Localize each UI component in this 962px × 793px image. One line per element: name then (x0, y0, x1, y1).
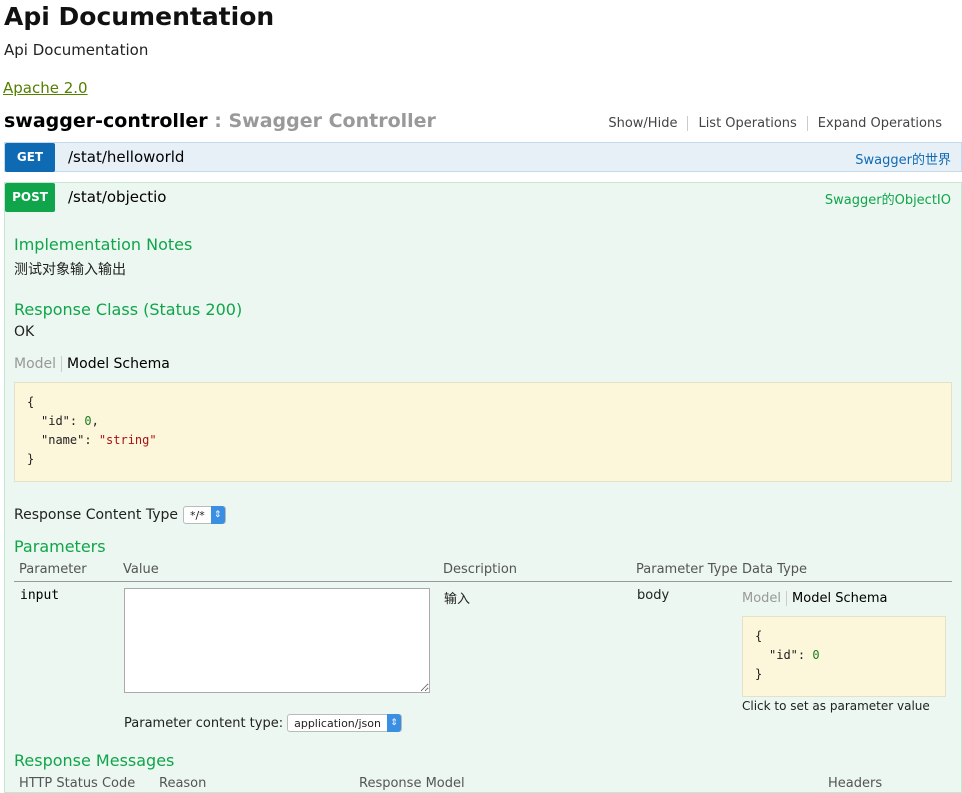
param-schema-id-line: "id": 0 (769, 648, 820, 662)
show-hide-link[interactable]: Show/Hide (598, 116, 687, 131)
get-method-badge[interactable]: GET (5, 143, 55, 172)
response-header-reason: Reason (159, 776, 207, 791)
schema-name-value: "string" (98, 433, 157, 447)
param-type: body (637, 588, 670, 603)
param-header-parameter: Parameter (19, 562, 87, 577)
schema-id-line: "id": 0, (41, 414, 99, 428)
expand-operations-link[interactable]: Expand Operations (806, 116, 952, 131)
model-schema-tab[interactable]: Model Schema (62, 356, 170, 372)
response-model-tabs: Model Model Schema (14, 356, 170, 372)
param-header-data-type: Data Type (742, 562, 808, 577)
post-path[interactable]: /stat/objectio (68, 188, 166, 206)
response-content-type-label: Response Content Type (14, 507, 178, 523)
parameters-heading: Parameters (14, 537, 106, 556)
list-operations-link[interactable]: List Operations (687, 116, 806, 131)
param-name: input (20, 588, 60, 603)
implementation-notes-text: 测试对象输入输出 (14, 262, 126, 278)
response-content-type-row: Response Content Type */* ⇕ (14, 506, 226, 524)
param-model-tab[interactable]: Model (742, 591, 788, 606)
resource-description: : Swagger Controller (207, 110, 436, 132)
response-model-schema[interactable]: { "id": 0, "name": "string" } (14, 382, 952, 482)
param-value-textarea[interactable] (124, 588, 430, 693)
param-header-parameter-type: Parameter Type (636, 562, 738, 577)
param-content-type-row: Parameter content type: application/json… (124, 714, 402, 732)
resource-heading[interactable]: swagger-controller : Swagger Controller (4, 110, 436, 132)
response-content-type-select[interactable]: */* ⇕ (182, 506, 226, 524)
select-arrows-icon: ⇕ (210, 506, 225, 524)
response-header-model: Response Model (359, 776, 465, 791)
param-description: 输入 (444, 592, 471, 607)
response-header-status: HTTP Status Code (19, 776, 136, 791)
click-to-set-hint: Click to set as parameter value (742, 699, 930, 713)
post-summary[interactable]: Swagger的ObjectIO (825, 189, 951, 208)
resource-name[interactable]: swagger-controller (4, 110, 208, 132)
param-model-schema[interactable]: { "id": 0 } (742, 616, 946, 697)
schema-id-key: "id" (41, 414, 70, 428)
param-content-type-select[interactable]: application/json ⇕ (287, 714, 402, 732)
schema-open-brace: { (27, 395, 35, 409)
schema-close-brace: } (27, 452, 35, 466)
param-schema-close-brace: } (755, 667, 763, 681)
param-schema-id-key: "id" (769, 648, 798, 662)
param-model-schema-tab[interactable]: Model Schema (787, 591, 887, 606)
param-content-type-value: application/json (294, 716, 381, 730)
license-link[interactable]: Apache 2.0 (3, 79, 88, 97)
implementation-notes-heading: Implementation Notes (14, 235, 193, 254)
page-subtitle: Api Documentation (4, 41, 149, 59)
select-arrows-icon: ⇕ (386, 714, 401, 732)
param-model-tabs: Model Model Schema (742, 591, 887, 606)
page-title: Api Documentation (4, 2, 275, 31)
model-tab[interactable]: Model (14, 356, 63, 372)
schema-name-line: "name": "string" (41, 433, 157, 447)
resource-actions: Show/Hide List Operations Expand Operati… (598, 116, 952, 131)
param-schema-open-brace: { (755, 629, 763, 643)
response-class-heading: Response Class (Status 200) (14, 300, 243, 319)
schema-name-key: "name" (41, 433, 85, 447)
response-class-value: OK (14, 324, 35, 340)
get-path[interactable]: /stat/helloworld (68, 148, 184, 166)
param-content-type-label: Parameter content type: (124, 715, 284, 731)
response-messages-heading: Response Messages (14, 751, 175, 770)
post-method-badge[interactable]: POST (5, 183, 55, 212)
param-schema-id-value: 0 (812, 648, 820, 662)
get-summary[interactable]: Swagger的世界 (855, 149, 951, 168)
param-header-value: Value (123, 562, 159, 577)
schema-id-value: 0 (84, 414, 92, 428)
param-header-divider (14, 581, 952, 582)
operation-get-helloworld[interactable]: GET /stat/helloworld Swagger的世界 (4, 142, 962, 172)
response-content-type-value: */* (189, 508, 205, 522)
response-header-headers: Headers (828, 776, 883, 791)
param-header-description: Description (443, 562, 518, 577)
